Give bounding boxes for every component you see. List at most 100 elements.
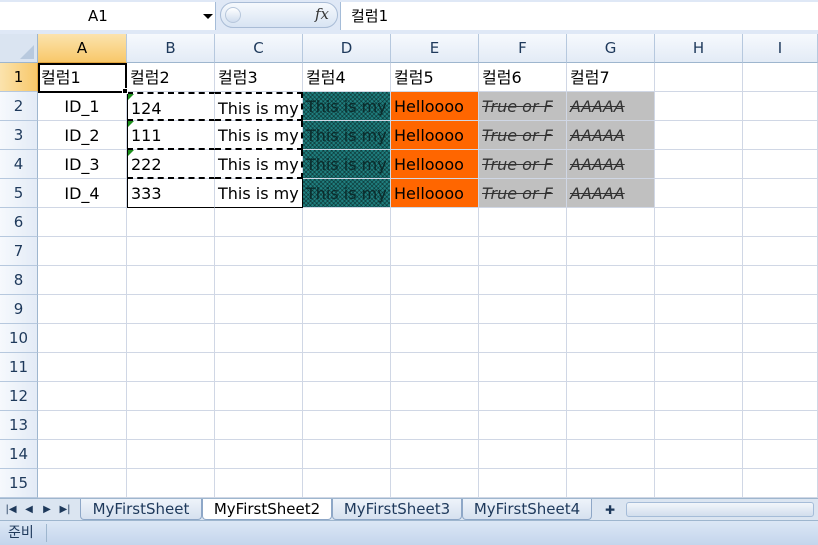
column-header-b[interactable]: B — [127, 34, 215, 63]
cell-g1[interactable]: 컬럼7 — [567, 63, 655, 92]
row-header-3[interactable]: 3 — [0, 121, 38, 150]
empty-cell[interactable] — [743, 324, 818, 353]
empty-cell[interactable] — [479, 266, 567, 295]
empty-cell[interactable] — [655, 469, 743, 498]
empty-cell[interactable] — [743, 92, 818, 121]
row-header-7[interactable]: 7 — [0, 237, 38, 266]
cell-d1[interactable]: 컬럼4 — [303, 63, 391, 92]
row-header-13[interactable]: 13 — [0, 411, 38, 440]
cell-b3[interactable]: 111 — [127, 121, 215, 150]
empty-cell[interactable] — [38, 382, 127, 411]
empty-cell[interactable] — [215, 295, 303, 324]
empty-cell[interactable] — [38, 266, 127, 295]
cell-a2[interactable]: ID_1 — [38, 92, 127, 121]
cell-b1[interactable]: 컬럼2 — [127, 63, 215, 92]
empty-cell[interactable] — [38, 324, 127, 353]
empty-cell[interactable] — [655, 208, 743, 237]
empty-cell[interactable] — [391, 324, 479, 353]
empty-cell[interactable] — [38, 353, 127, 382]
column-header-h[interactable]: H — [655, 34, 743, 63]
cell-g3[interactable]: AAAAA — [567, 121, 655, 150]
empty-cell[interactable] — [479, 382, 567, 411]
empty-cell[interactable] — [127, 411, 215, 440]
empty-cell[interactable] — [655, 411, 743, 440]
empty-cell[interactable] — [303, 411, 391, 440]
cell-a5[interactable]: ID_4 — [38, 179, 127, 208]
empty-cell[interactable] — [127, 353, 215, 382]
empty-cell[interactable] — [215, 208, 303, 237]
empty-cell[interactable] — [479, 324, 567, 353]
row-header-12[interactable]: 12 — [0, 382, 38, 411]
empty-cell[interactable] — [655, 353, 743, 382]
empty-cell[interactable] — [655, 63, 743, 92]
empty-cell[interactable] — [655, 324, 743, 353]
cell-c4[interactable]: This is my — [215, 150, 303, 179]
cell-b4[interactable]: 222 — [127, 150, 215, 179]
empty-cell[interactable] — [567, 208, 655, 237]
cell-e2[interactable]: Helloooo — [391, 92, 479, 121]
empty-cell[interactable] — [38, 208, 127, 237]
empty-cell[interactable] — [479, 237, 567, 266]
empty-cell[interactable] — [743, 411, 818, 440]
empty-cell[interactable] — [303, 295, 391, 324]
insert-function-icon[interactable]: fx — [315, 5, 329, 23]
empty-cell[interactable] — [567, 266, 655, 295]
cell-b2[interactable]: 124 — [127, 92, 215, 121]
sheet-tab-myfirstsheet4[interactable]: MyFirstSheet4 — [462, 499, 592, 520]
empty-cell[interactable] — [127, 382, 215, 411]
empty-cell[interactable] — [38, 237, 127, 266]
cell-g4[interactable]: AAAAA — [567, 150, 655, 179]
empty-cell[interactable] — [303, 237, 391, 266]
cell-a1[interactable]: 컬럼1 — [38, 63, 127, 92]
cell-c3[interactable]: This is my — [215, 121, 303, 150]
empty-cell[interactable] — [127, 237, 215, 266]
empty-cell[interactable] — [567, 237, 655, 266]
cell-f3[interactable]: True or F — [479, 121, 567, 150]
empty-cell[interactable] — [391, 353, 479, 382]
cell-f2[interactable]: True or F — [479, 92, 567, 121]
cell-f4[interactable]: True or F — [479, 150, 567, 179]
empty-cell[interactable] — [303, 208, 391, 237]
cell-f5[interactable]: True or F — [479, 179, 567, 208]
empty-cell[interactable] — [743, 469, 818, 498]
empty-cell[interactable] — [215, 237, 303, 266]
empty-cell[interactable] — [215, 440, 303, 469]
sheet-tab-myfirstsheet2[interactable]: MyFirstSheet2 — [202, 499, 332, 520]
empty-cell[interactable] — [38, 469, 127, 498]
cell-b5[interactable]: 333 — [127, 179, 215, 208]
empty-cell[interactable] — [655, 150, 743, 179]
name-box-dropdown-icon[interactable] — [203, 14, 213, 19]
empty-cell[interactable] — [479, 411, 567, 440]
empty-cell[interactable] — [391, 382, 479, 411]
empty-cell[interactable] — [215, 266, 303, 295]
empty-cell[interactable] — [743, 150, 818, 179]
row-header-11[interactable]: 11 — [0, 353, 38, 382]
cell-e5[interactable]: Helloooo — [391, 179, 479, 208]
row-header-10[interactable]: 10 — [0, 324, 38, 353]
empty-cell[interactable] — [743, 237, 818, 266]
column-header-c[interactable]: C — [215, 34, 303, 63]
empty-cell[interactable] — [567, 469, 655, 498]
next-sheet-icon[interactable]: ▶ — [40, 502, 54, 518]
cell-c1[interactable]: 컬럼3 — [215, 63, 303, 92]
empty-cell[interactable] — [479, 469, 567, 498]
empty-cell[interactable] — [391, 411, 479, 440]
select-all-button[interactable] — [0, 34, 38, 63]
column-header-f[interactable]: F — [479, 34, 567, 63]
formula-bar-grip-icon[interactable] — [225, 7, 241, 23]
empty-cell[interactable] — [303, 266, 391, 295]
empty-cell[interactable] — [127, 295, 215, 324]
empty-cell[interactable] — [215, 469, 303, 498]
empty-cell[interactable] — [567, 382, 655, 411]
empty-cell[interactable] — [303, 382, 391, 411]
column-header-i[interactable]: I — [743, 34, 818, 63]
empty-cell[interactable] — [743, 353, 818, 382]
cell-g2[interactable]: AAAAA — [567, 92, 655, 121]
empty-cell[interactable] — [743, 382, 818, 411]
cell-a3[interactable]: ID_2 — [38, 121, 127, 150]
empty-cell[interactable] — [479, 353, 567, 382]
empty-cell[interactable] — [391, 469, 479, 498]
empty-cell[interactable] — [567, 440, 655, 469]
empty-cell[interactable] — [655, 440, 743, 469]
column-header-g[interactable]: G — [567, 34, 655, 63]
